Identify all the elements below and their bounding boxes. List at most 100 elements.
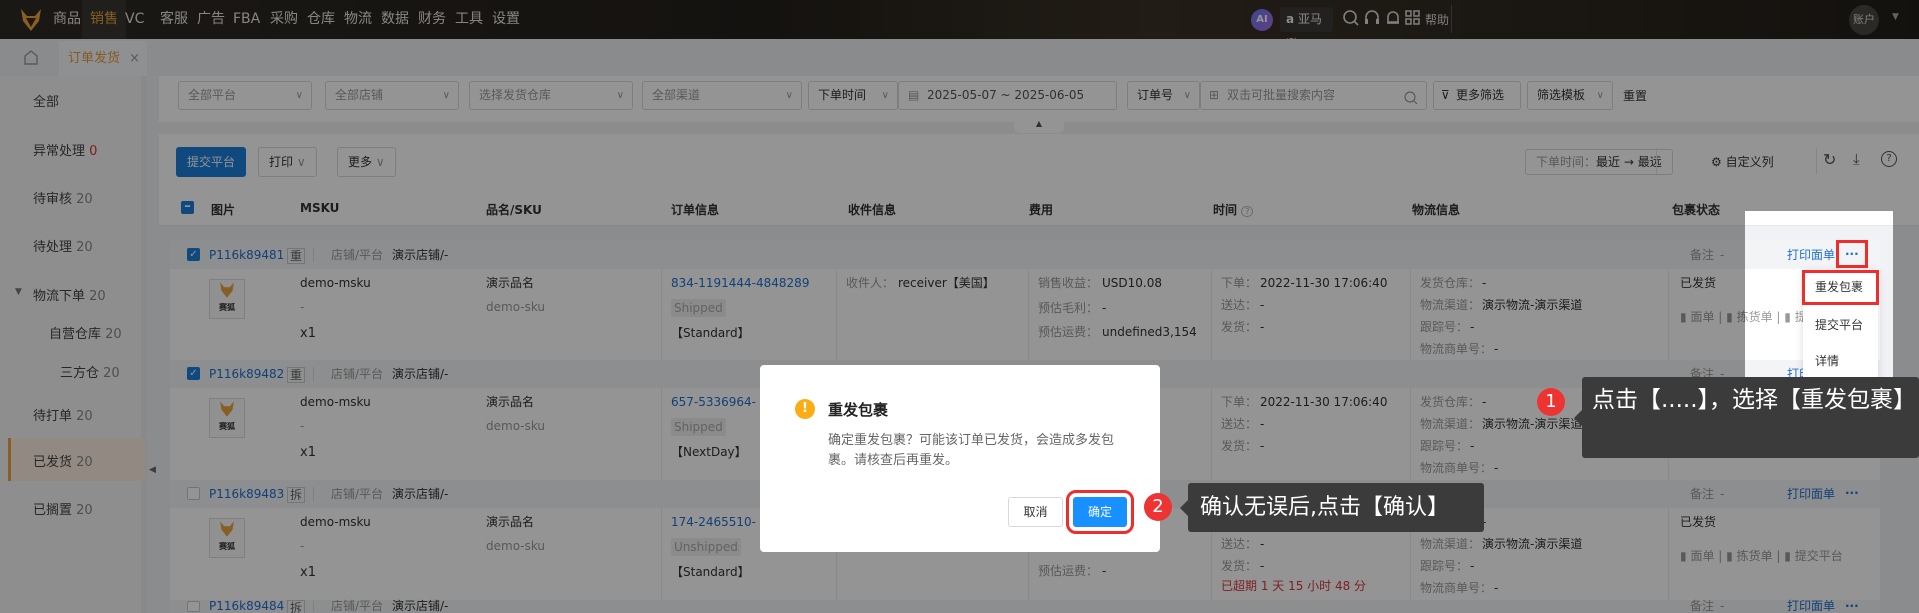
submit-platform-button[interactable]: 提交平台 [176,147,247,177]
caret-down-icon[interactable]: ▼ [15,287,22,297]
apps-grid-icon[interactable] [1404,9,1422,30]
chevron-down-icon: ∨ [296,155,306,169]
menu-item-details[interactable]: 详情 [1815,352,1839,369]
sidebar-item[interactable]: 三方仓 20 [60,362,120,381]
help-link[interactable]: 帮助 [1425,11,1449,28]
shop-platform-label: 店铺/平台 [331,367,384,381]
filter-template-select[interactable]: 筛选模板 ∨ [1527,81,1613,110]
package-status: 已发货 [1680,515,1717,529]
submit-platform-button[interactable]: 提交平台 [1795,549,1843,563]
refresh-icon[interactable]: ↻ [1823,150,1836,169]
shipping-method: 【Standard】 [671,326,750,340]
custom-columns-button[interactable]: ⚙ 自定义列 [1711,153,1774,170]
order-number-link[interactable]: 174-2465510- [671,510,756,535]
time-value: 2022-11-30 17:06:40 [1260,276,1388,290]
order-tag-badge: 拆 [287,600,306,613]
sidebar-item[interactable]: ▼ 物流下单 20 [15,285,106,304]
order-checkbox[interactable]: ✓ [187,367,200,380]
order-number-link[interactable]: 834-1191444-4848289 [671,271,809,296]
more-actions-button[interactable]: ··· [1845,481,1859,506]
nav-item[interactable]: 设置 [484,0,528,39]
more-actions-button[interactable]: ··· [1836,240,1868,268]
search-icon[interactable] [1404,88,1418,115]
column-divider [836,269,837,361]
account-avatar[interactable]: 账户 [1849,5,1879,35]
sidebar-item[interactable]: 已发货 20 [33,451,93,470]
sidebar-item[interactable]: 异常处理 0 [33,140,97,159]
label-button[interactable]: 面单 [1690,549,1714,563]
close-icon[interactable]: × [129,51,140,66]
print-label-link[interactable]: 打印面单 [1787,243,1835,268]
more-filters-button[interactable]: ⊽ 更多筛选 [1433,81,1521,110]
platform-select[interactable]: 全部平台 ∨ [178,81,312,110]
sidebar-item[interactable]: 待处理 20 [33,236,93,255]
help-icon[interactable]: ? [1881,151,1897,167]
sidebar-item-count: 20 [76,409,93,424]
order-header: ✓ P116k89481 重 店铺/平台 演示店铺/- 备注 - 打印面单 ··· [170,240,1880,269]
sidebar-item[interactable]: 已搁置 20 [33,499,93,518]
sidebar-item[interactable]: 待打单 20 [33,405,93,424]
confirm-button[interactable]: 确定 [1066,490,1134,534]
select-all-checkbox[interactable]: – [181,200,194,214]
search-icon[interactable] [1342,9,1360,30]
ai-button[interactable]: AI [1251,9,1273,31]
bell-icon[interactable] [1384,9,1402,30]
col-name-sku: 品名/SKU [486,203,542,217]
shipping-method: 【Standard】 [671,565,750,579]
order-checkbox[interactable] [187,487,200,500]
cancel-button[interactable]: 取消 [1008,497,1063,527]
order-number-link[interactable]: 657-5336964- [671,390,756,415]
print-button[interactable]: 打印 ∨ [258,147,317,177]
label-button[interactable]: 面单 [1690,310,1714,324]
order-id-link[interactable]: P116k89483 [209,482,284,507]
tab-label: 订单发货 [68,51,121,66]
order-id-link[interactable]: P116k89482 [209,362,284,387]
print-label-link[interactable]: 打印面单 [1787,600,1835,613]
more-actions-button[interactable]: ··· [1845,600,1859,613]
pick-list-button[interactable]: 拣货单 [1737,310,1773,324]
column-divider [661,508,662,600]
collapse-sidebar-icon[interactable]: ◀ [149,465,159,485]
print-label-link[interactable]: 打印面单 [1787,482,1835,507]
order-id-link[interactable]: P116k89481 [209,243,284,268]
headset-icon[interactable] [1363,9,1381,30]
menu-item-resend-package[interactable]: 重发包裹 [1802,270,1879,305]
column-divider [1211,388,1212,480]
menu-item-submit-platform[interactable]: 提交平台 [1815,316,1863,333]
divider [313,248,314,262]
time-type-select[interactable]: 下单时间 ∨ [808,81,898,110]
pick-list-button[interactable]: 拣货单 [1737,549,1773,563]
tab-bar [0,39,1919,76]
logistics-label: 物流渠道： [1420,537,1481,551]
marketplace-switcher[interactable]: a 亚马逊 ▼ [1280,7,1333,51]
product-name: 演示品名 [486,515,535,529]
sidebar-item[interactable]: 待审核 20 [33,188,93,207]
collapse-filter-icon[interactable]: ▲ [1014,119,1064,133]
product-thumbnail: 赛狐 [209,279,245,319]
sidebar-item[interactable]: 自营仓库 20 [49,323,122,342]
search-type-select[interactable]: 订单号 ∨ [1127,81,1200,110]
search-input[interactable]: ⊞ 双击可批量搜索内容 [1200,81,1427,110]
download-icon[interactable]: ⤓ [1853,150,1860,168]
help-circle-icon: ? [1241,206,1254,217]
sort-toggle[interactable]: 下单时间：最近 → 最远 [1525,149,1673,175]
order-checkbox[interactable]: ✓ [187,248,200,261]
warehouse-select[interactable]: 选择发货仓库 ∨ [469,81,633,110]
order-id-link[interactable]: P116k89484 [209,600,284,613]
more-button[interactable]: 更多 ∨ [337,147,396,177]
home-icon[interactable] [22,48,40,69]
warning-icon: ! [795,399,815,419]
chevron-down-icon: ∨ [881,90,889,101]
reset-button[interactable]: 重置 [1623,87,1647,104]
account-caret-icon[interactable]: ▼ [1892,12,1899,22]
quantity: x1 [300,445,316,460]
column-divider [1211,269,1212,361]
date-range-input[interactable]: ▤ 2025-05-07 ~ 2025-06-05 [898,81,1117,110]
nav-item[interactable]: VC [117,0,152,39]
order-checkbox[interactable] [187,601,200,612]
channel-select[interactable]: 全部渠道 ∨ [642,81,802,110]
shop-select[interactable]: 全部店铺 ∨ [325,81,459,110]
sidebar-item[interactable]: 全部 [33,91,59,110]
tab-order-shipping[interactable]: 订单发货 × [59,41,147,76]
fox-logo-icon[interactable] [18,7,44,36]
